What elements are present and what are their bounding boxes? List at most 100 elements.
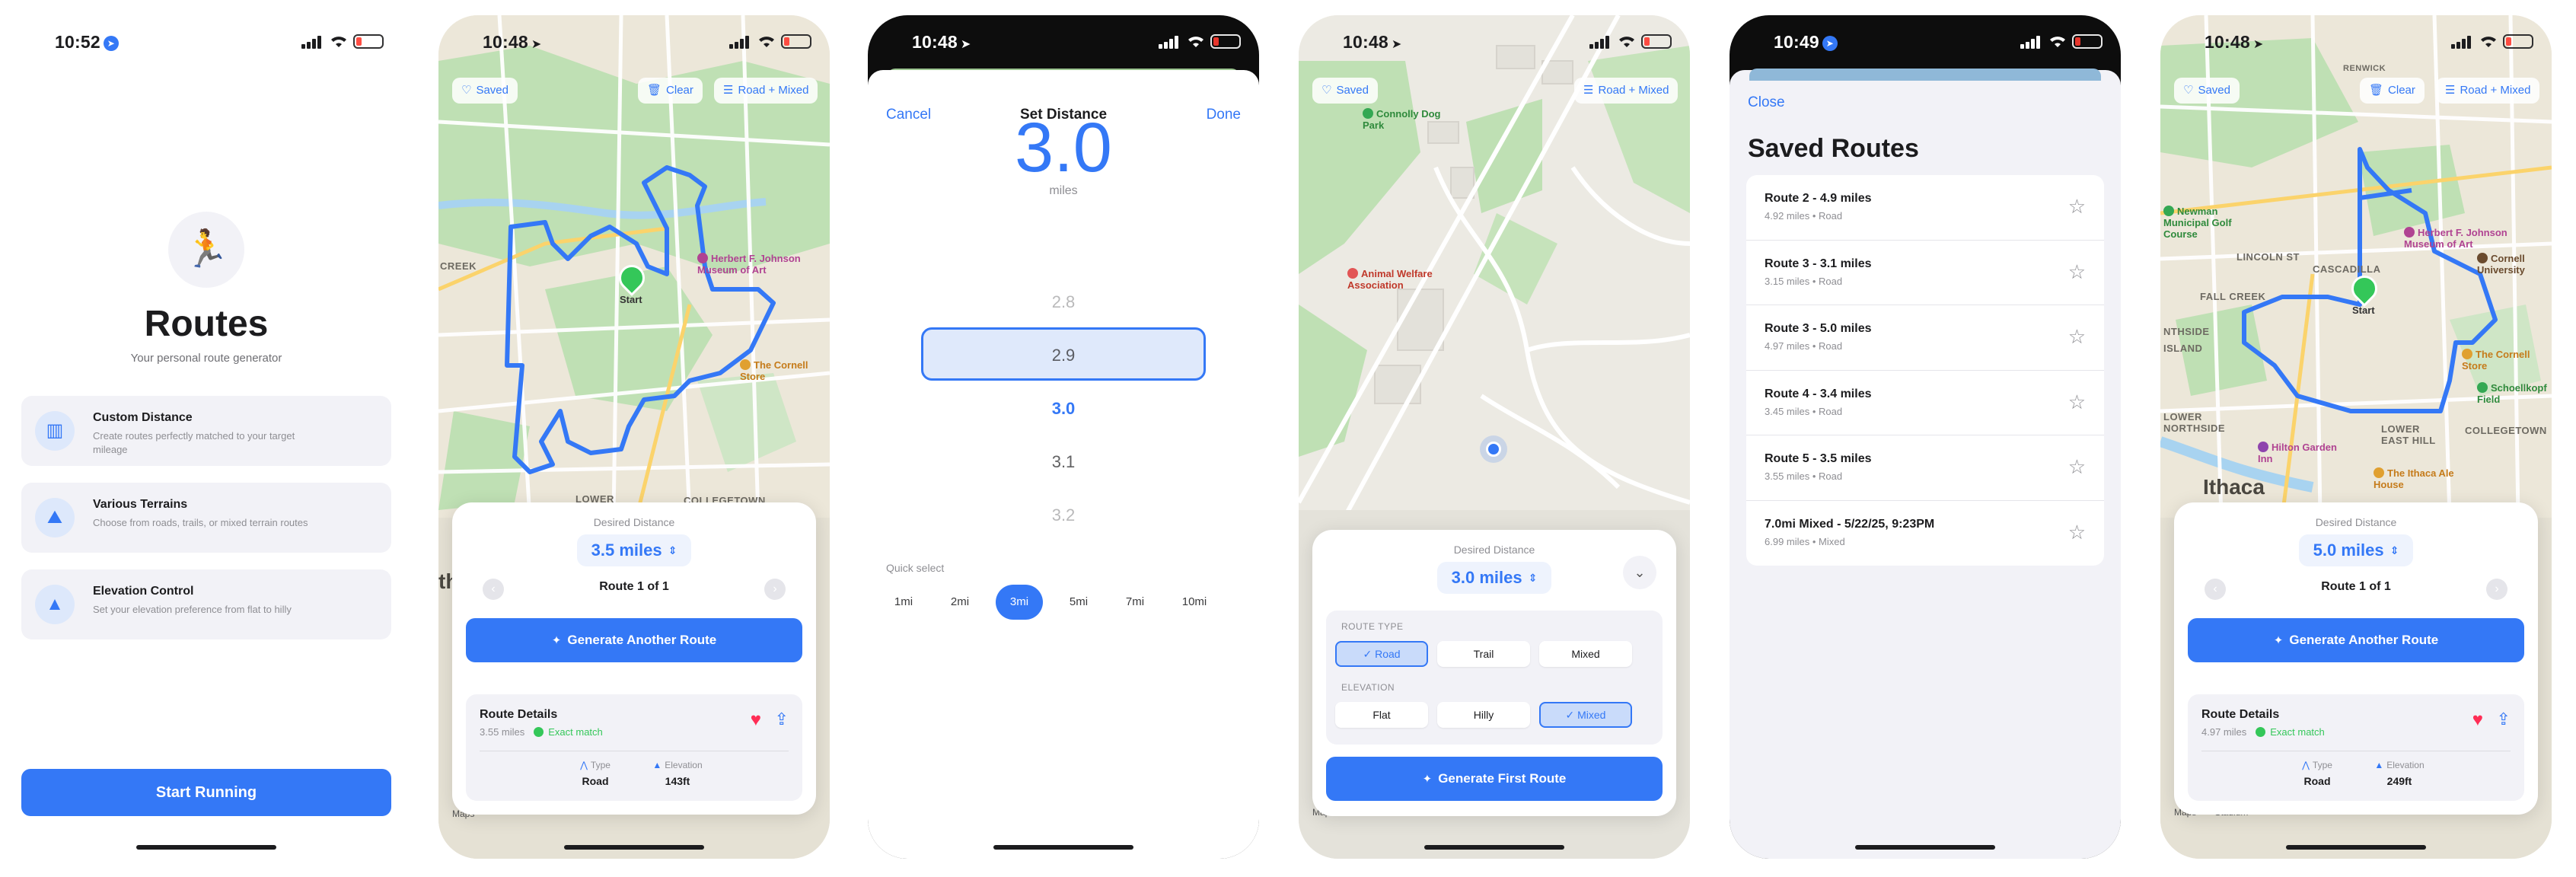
route-type-trail[interactable]: Trail: [1437, 641, 1530, 667]
route-type-mixed[interactable]: Mixed: [1539, 641, 1632, 667]
quick-select-label: Quick select: [886, 562, 945, 574]
quick-2mi[interactable]: 2mi: [936, 585, 984, 620]
star-icon[interactable]: ☆: [2068, 260, 2086, 284]
battery-icon: [1210, 34, 1241, 49]
elevation-mixed[interactable]: ✓ Mixed: [1539, 702, 1632, 728]
map-label: NTHSIDE: [2163, 326, 2210, 337]
distance-picker[interactable]: 3.0 miles ⇕: [1437, 562, 1551, 594]
quick-7mi[interactable]: 7mi: [1111, 585, 1159, 620]
next-route-button[interactable]: ›: [764, 579, 786, 600]
route-options-screen: ♡ Saved ☰ Road + Mixed Connolly Dog Park A…: [1299, 15, 1690, 859]
poi-store[interactable]: The Cornell Store: [2462, 349, 2546, 372]
status-time: 10:48 ➤: [912, 32, 971, 52]
saved-routes-list: Route 2 - 4.9 miles 4.92 miles • Road ☆ Ro…: [1746, 175, 2104, 566]
poi-museum[interactable]: Herbert F. Johnson Museum of Art: [2404, 227, 2518, 250]
poi-alehouse[interactable]: The Ithaca Ale House: [2374, 467, 2457, 490]
poi-cornell[interactable]: Cornell University: [2477, 253, 2550, 276]
saved-route-row[interactable]: Route 2 - 4.9 miles 4.92 miles • Road ☆: [1746, 175, 2104, 241]
quick-10mi[interactable]: 10mi: [1171, 585, 1218, 620]
wheel-item-selected[interactable]: 3.0: [868, 399, 1259, 419]
route-navigator: ‹ Route 1 of 1 ›: [2174, 574, 2538, 604]
wheel-item[interactable]: 3.2: [868, 505, 1259, 525]
store-icon: [2462, 349, 2472, 359]
generate-first-route-button[interactable]: ✦ Generate First Route: [1326, 757, 1663, 801]
battery-icon: [2503, 34, 2533, 49]
poi-museum[interactable]: Herbert F. Johnson Museum of Art: [697, 253, 811, 276]
saved-button[interactable]: ♡ Saved: [2174, 78, 2240, 104]
poi-schoellkopf[interactable]: Schoellkopf Field: [2477, 382, 2550, 405]
star-icon[interactable]: ☆: [2068, 455, 2086, 479]
signal-icon: [1159, 35, 1180, 49]
mode-button[interactable]: ☰ Road + Mixed: [2436, 78, 2540, 104]
desired-distance-label: Desired Distance: [1453, 544, 1535, 556]
status-bar: 10:48 ➤: [868, 15, 1259, 62]
quick-1mi[interactable]: 1mi: [880, 585, 927, 620]
distance-value: 3.0: [1015, 109, 1112, 187]
saved-button[interactable]: ♡ Saved: [1312, 78, 1378, 104]
share-icon[interactable]: ⇪: [2497, 710, 2511, 729]
wifi-icon: [1619, 37, 1634, 47]
distance-picker[interactable]: 5.0 miles ⇕: [2299, 534, 2413, 566]
poi-hilton[interactable]: Hilton Garden Inn: [2258, 442, 2342, 464]
start-running-button[interactable]: Start Running: [21, 769, 391, 816]
elevation-stat: ▲ Elevation 143ft: [652, 760, 703, 787]
distance-picker[interactable]: 3.5 miles ⇕: [577, 534, 691, 566]
wheel-item[interactable]: 2.9: [868, 346, 1259, 365]
saved-route-row[interactable]: Route 3 - 3.1 miles 3.15 miles • Road ☆: [1746, 241, 2104, 305]
page-title: Saved Routes: [1748, 134, 1919, 163]
map-label: CREEK: [440, 260, 477, 272]
route-type-road[interactable]: ✓ Road: [1335, 641, 1428, 667]
saved-route-row[interactable]: Route 5 - 3.5 miles 3.55 miles • Road ☆: [1746, 435, 2104, 501]
generate-another-route-button[interactable]: ✦ Generate Another Route: [466, 618, 802, 662]
wifi-icon: [1188, 37, 1204, 47]
elevation-flat[interactable]: Flat: [1335, 702, 1428, 728]
quick-5mi[interactable]: 5mi: [1055, 585, 1102, 620]
feature-description: Set your elevation preference from flat …: [93, 604, 292, 615]
close-button[interactable]: Close: [1748, 94, 1785, 111]
favorite-heart-icon[interactable]: ♥: [2472, 710, 2483, 731]
route-details-title: Route Details: [2201, 708, 2280, 721]
trash-icon: 🗑: [2369, 84, 2384, 97]
saved-route-row[interactable]: 7.0mi Mixed - 5/22/25, 9:23PM 6.99 miles …: [1746, 501, 2104, 566]
elevation-hilly[interactable]: Hilly: [1437, 702, 1530, 728]
home-indicator: [993, 845, 1133, 850]
saved-button[interactable]: ♡ Saved: [452, 78, 518, 104]
elevation-label: ELEVATION: [1341, 682, 1395, 693]
star-icon[interactable]: ☆: [2068, 521, 2086, 544]
saved-routes-screen: 10:49 ➤ Close Saved Routes Route 2 - 4.9 …: [1730, 15, 2121, 859]
route-screen: ♡ Saved 🗑 Clear ☰ Road + Mixed CREEK LOWER …: [438, 15, 830, 859]
chevron-updown-icon: ⇕: [668, 544, 677, 556]
signal-icon: [1589, 35, 1611, 49]
quick-3mi[interactable]: 3mi: [996, 585, 1043, 620]
saved-route-row[interactable]: Route 3 - 5.0 miles 4.97 miles • Road ☆: [1746, 305, 2104, 371]
list-icon: ☰: [1583, 84, 1594, 97]
wheel-item[interactable]: 3.1: [868, 452, 1259, 472]
collapse-chevron-icon[interactable]: ⌄: [1623, 556, 1656, 589]
poi-golf[interactable]: Newman Municipal Golf Course: [2163, 206, 2255, 240]
mode-button[interactable]: ☰ Road + Mixed: [1574, 78, 1679, 104]
star-icon[interactable]: ☆: [2068, 325, 2086, 349]
next-route-button[interactable]: ›: [2486, 579, 2507, 600]
map-label: Ithaca: [2203, 475, 2265, 499]
route-details-card: Route Details 4.97 miles Exact match ♥ ⇪ …: [2188, 694, 2524, 801]
star-icon[interactable]: ☆: [2068, 195, 2086, 218]
check-icon: [534, 727, 544, 737]
favorite-heart-icon[interactable]: ♥: [751, 710, 761, 731]
share-icon[interactable]: ⇪: [775, 710, 789, 729]
wheel-item[interactable]: 2.8: [868, 292, 1259, 312]
home-indicator: [1424, 845, 1564, 850]
route-details-title: Route Details: [480, 708, 558, 721]
poi-park[interactable]: Connolly Dog Park: [1363, 108, 1446, 131]
star-icon[interactable]: ☆: [2068, 391, 2086, 414]
location-arrow-icon: ➤: [531, 38, 542, 51]
poi-store[interactable]: The Cornell Store: [740, 359, 824, 382]
clear-button[interactable]: 🗑 Clear: [2360, 78, 2425, 104]
saved-route-row[interactable]: Route 4 - 3.4 miles 3.45 miles • Road ☆: [1746, 371, 2104, 435]
mode-button[interactable]: ☰ Road + Mixed: [714, 78, 818, 104]
route-sheet: Desired Distance 5.0 miles ⇕ ‹ Route 1 of…: [2174, 502, 2538, 815]
poi-animal-welfare[interactable]: Animal Welfare Association: [1347, 268, 1454, 291]
generate-another-route-button[interactable]: ✦ Generate Another Route: [2188, 618, 2524, 662]
golf-icon: [2163, 206, 2174, 216]
set-distance-modal: Cancel Set Distance Done 3.0 miles 2.8 2…: [868, 70, 1259, 859]
clear-button[interactable]: 🗑 Clear: [638, 78, 703, 104]
